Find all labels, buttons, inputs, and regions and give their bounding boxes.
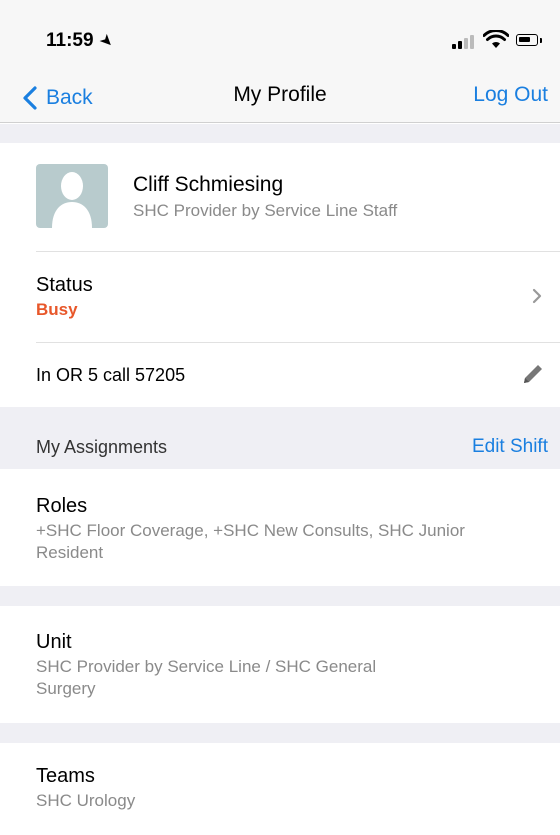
battery-icon [516, 34, 538, 46]
status-time: 11:59➤ [46, 30, 117, 52]
teams-title: Teams [36, 765, 95, 787]
chevron-left-icon [23, 86, 37, 110]
system-icons [452, 30, 552, 50]
edit-shift-button[interactable]: Edit Shift [472, 436, 548, 458]
unit-text: SHC Provider by Service Line / SHC Gener… [36, 657, 377, 698]
teams-block: Teams SHC Urology [0, 743, 560, 835]
back-label: Back [46, 86, 93, 109]
clock-time: 11:59 [46, 30, 94, 51]
unit-title: Unit [36, 631, 72, 653]
status-bar: 11:59➤ [0, 0, 560, 75]
assignments-header: My Assignments Edit Shift [0, 407, 560, 469]
navigation-bar: My Profile Back Log Out [0, 75, 560, 123]
roles-text: +SHC Floor Coverage, +SHC New Consults, … [36, 521, 465, 562]
roles-block: Roles +SHC Floor Coverage, +SHC New Cons… [0, 469, 560, 586]
section-gap [0, 124, 560, 143]
assignments-title: My Assignments [36, 437, 168, 457]
roles-title: Roles [36, 495, 88, 517]
chevron-right-icon [532, 288, 542, 304]
status-note-row: In OR 5 call 57205 [0, 343, 560, 407]
back-button[interactable]: Back [22, 81, 93, 115]
avatar [36, 164, 108, 228]
section-gap [0, 586, 560, 606]
profile-name: Cliff Schmiesing [133, 173, 284, 196]
location-arrow-icon: ➤ [95, 30, 117, 53]
unit-block: Unit SHC Provider by Service Line / SHC … [0, 606, 560, 723]
wifi-icon [483, 30, 509, 48]
logout-button[interactable]: Log Out [473, 83, 548, 107]
teams-text: SHC Urology [36, 791, 136, 810]
section-gap [0, 723, 560, 743]
status-row[interactable]: Status Busy [0, 252, 560, 342]
person-silhouette-icon [52, 172, 92, 228]
signal-icon [452, 35, 476, 49]
status-label: Status [36, 274, 93, 296]
profile-role: SHC Provider by Service Line Staff [133, 201, 398, 220]
status-value: Busy [36, 300, 78, 319]
profile-card: Cliff Schmiesing SHC Provider by Service… [0, 143, 560, 251]
battery-cap [540, 38, 542, 43]
pencil-icon[interactable] [520, 361, 546, 387]
status-note: In OR 5 call 57205 [36, 365, 186, 385]
